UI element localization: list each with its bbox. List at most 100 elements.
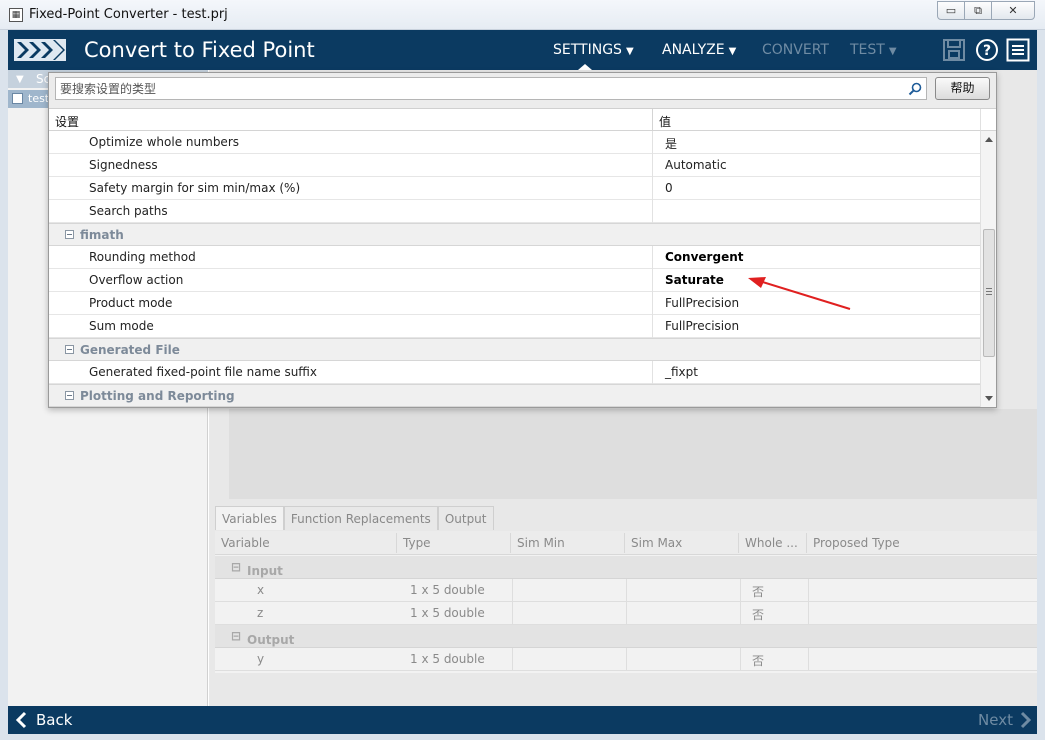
annotation-arrow-icon <box>748 277 851 310</box>
variables-group-input[interactable]: ⊟ Input <box>215 556 1037 579</box>
table-row[interactable]: y 1 x 5 double 否 <box>215 648 1037 671</box>
restore-button[interactable]: ⧉ <box>964 1 992 20</box>
app-header: Convert to Fixed Point SETTINGS ▼ ANALYZE… <box>8 30 1037 70</box>
save-icon[interactable] <box>942 38 966 62</box>
tab-settings[interactable]: SETTINGS ▼ <box>553 42 634 58</box>
setting-name: Sum mode <box>89 319 154 333</box>
column-sim-min[interactable]: Sim Min <box>517 536 565 550</box>
next-label: Next <box>978 711 1013 729</box>
window-border-left <box>0 30 8 740</box>
settings-group-plotting-and-reporting[interactable]: Plotting and Reporting <box>49 384 980 407</box>
scroll-up-icon[interactable] <box>985 137 993 142</box>
setting-name: Signedness <box>89 158 158 172</box>
window-border-bottom <box>0 734 1045 740</box>
fixed-point-logo-icon <box>14 39 66 61</box>
back-button[interactable]: Back <box>14 710 72 730</box>
app-icon: ▦ <box>9 8 23 22</box>
variables-group-output[interactable]: ⊟ Output <box>215 625 1037 648</box>
window-border-right <box>1037 30 1045 740</box>
column-whole-number[interactable]: Whole ... <box>745 536 798 550</box>
variable-type: 1 x 5 double <box>410 583 485 597</box>
svg-text:?: ? <box>983 43 991 59</box>
next-arrow-icon <box>1020 711 1032 729</box>
setting-row-signedness[interactable]: Signedness Automatic <box>49 154 980 177</box>
chevron-down-icon: ▼ <box>728 46 737 57</box>
setting-value[interactable]: Saturate <box>665 273 724 287</box>
setting-row-sum-mode[interactable]: Sum mode FullPrecision <box>49 315 980 338</box>
variables-tabs: Variables Function Replacements Output <box>215 506 494 530</box>
setting-row-rounding-method[interactable]: Rounding method Convergent <box>49 246 980 269</box>
setting-row-file-name-suffix[interactable]: Generated fixed-point file name suffix _… <box>49 361 980 384</box>
tab-test[interactable]: TEST ▼ <box>850 42 897 58</box>
tab-output[interactable]: Output <box>437 506 494 530</box>
search-icon[interactable] <box>907 81 923 97</box>
column-sim-max[interactable]: Sim Max <box>631 536 682 550</box>
table-row[interactable]: z 1 x 5 double 否 <box>215 602 1037 625</box>
variable-whole-number: 否 <box>752 585 765 599</box>
setting-value[interactable]: FullPrecision <box>665 319 739 333</box>
group-input-name: Input <box>247 564 283 578</box>
back-arrow-icon <box>15 711 27 729</box>
setting-name: Rounding method <box>89 250 196 264</box>
column-type[interactable]: Type <box>403 536 431 550</box>
group-label: ⊟ Input <box>231 560 283 578</box>
scroll-down-icon[interactable] <box>985 396 993 401</box>
group-name: Generated File <box>80 343 180 357</box>
scrollbar-thumb[interactable] <box>983 229 995 357</box>
variable-name: y <box>257 652 265 666</box>
settings-group-fimath[interactable]: fimath <box>49 223 980 246</box>
setting-name: Overflow action <box>89 273 184 287</box>
next-button[interactable]: Next <box>978 710 1033 730</box>
setting-row-search-paths[interactable]: Search paths <box>49 200 980 223</box>
collapse-icon[interactable] <box>65 391 74 400</box>
grip-icon <box>986 288 992 295</box>
setting-value[interactable]: FullPrecision <box>665 296 739 310</box>
collapse-icon[interactable] <box>65 345 74 354</box>
group-name: Plotting and Reporting <box>80 389 235 403</box>
settings-search-box[interactable] <box>55 77 927 100</box>
setting-name: Search paths <box>89 204 168 218</box>
group-output-name: Output <box>247 633 295 647</box>
variable-whole-number: 否 <box>752 654 765 668</box>
group-name: fimath <box>80 228 124 242</box>
minimize-button[interactable]: ▭ <box>937 1 965 20</box>
menu-icon[interactable] <box>1006 38 1030 62</box>
left-panel-item-label: test <box>28 92 50 105</box>
tab-analyze-label: ANALYZE <box>662 42 725 58</box>
close-button[interactable]: ✕ <box>991 1 1035 20</box>
setting-value[interactable]: Convergent <box>665 250 743 264</box>
table-row[interactable]: x 1 x 5 double 否 <box>215 579 1037 602</box>
column-variable[interactable]: Variable <box>221 536 270 550</box>
settings-group-generated-file[interactable]: Generated File <box>49 338 980 361</box>
variable-type: 1 x 5 double <box>410 652 485 666</box>
tab-settings-label: SETTINGS <box>553 42 622 58</box>
tab-convert[interactable]: CONVERT <box>762 42 829 58</box>
settings-search-input[interactable] <box>60 80 900 97</box>
code-area-background <box>229 409 1037 499</box>
setting-value[interactable]: _fixpt <box>665 365 698 379</box>
setting-name: Safety margin for sim min/max (%) <box>89 181 301 195</box>
column-proposed-type[interactable]: Proposed Type <box>813 536 900 550</box>
settings-popup: 帮助 设置 值 Optimize whole numbers 是 Signedn… <box>48 72 997 408</box>
setting-value[interactable]: 是 <box>665 135 677 152</box>
setting-name: Optimize whole numbers <box>89 135 239 149</box>
help-icon[interactable]: ? <box>975 38 999 62</box>
variable-name: z <box>257 606 264 620</box>
column-value[interactable]: 值 <box>659 113 671 130</box>
variables-table: Variable Type Sim Min Sim Max Whole ... … <box>215 531 1037 673</box>
window-controls: ▭ ⧉ ✕ <box>937 1 1035 20</box>
setting-value[interactable]: Automatic <box>665 158 727 172</box>
collapse-triangle-icon: ▼ <box>16 74 24 85</box>
help-button[interactable]: 帮助 <box>935 77 990 100</box>
variable-name: x <box>257 583 265 597</box>
collapse-icon[interactable] <box>65 230 74 239</box>
tab-variables[interactable]: Variables <box>215 506 284 530</box>
tab-function-replacements[interactable]: Function Replacements <box>283 506 438 530</box>
setting-value[interactable]: 0 <box>665 181 673 195</box>
setting-row-safety-margin[interactable]: Safety margin for sim min/max (%) 0 <box>49 177 980 200</box>
settings-toolbar: 帮助 <box>49 73 996 109</box>
tab-analyze[interactable]: ANALYZE ▼ <box>662 42 736 58</box>
settings-scrollbar[interactable] <box>980 131 996 407</box>
column-setting[interactable]: 设置 <box>55 113 79 130</box>
setting-row-optimize-whole-numbers[interactable]: Optimize whole numbers 是 <box>49 131 980 154</box>
